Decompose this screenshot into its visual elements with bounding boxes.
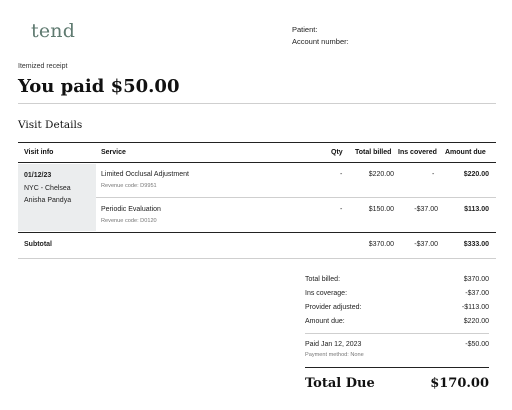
row-1-code: Revenue code: D9951 xyxy=(101,183,157,189)
col-qty: Qty xyxy=(331,149,343,156)
row-1-qty: - xyxy=(340,171,343,178)
row-2-qty: - xyxy=(340,206,343,213)
account-number-label: Account number: xyxy=(292,37,349,46)
payment-value: -$50.00 xyxy=(465,341,489,348)
subtotal-rule xyxy=(18,232,496,233)
tend-logo: tend xyxy=(31,20,76,42)
col-total-billed: Total billed xyxy=(355,149,392,156)
row-1-ins-covered: - xyxy=(432,171,435,178)
summary-provider-adjusted-value: -$113.00 xyxy=(461,304,489,311)
patient-label: Patient: xyxy=(292,25,318,34)
payment-label: Paid Jan 12, 2023 xyxy=(305,341,362,348)
visit-location: NYC - Chelsea xyxy=(24,185,71,192)
summary-total-billed-value: $370.00 xyxy=(463,276,489,283)
row-2-ins-covered: -$37.00 xyxy=(414,206,438,213)
summary-divider xyxy=(305,333,489,334)
subtotal-total-billed: $370.00 xyxy=(368,241,394,248)
subtotal-amount-due: $333.00 xyxy=(463,241,489,248)
subtotal-label: Subtotal xyxy=(24,241,52,248)
table-top-rule xyxy=(18,142,496,143)
row-2-service: Periodic Evaluation xyxy=(101,206,161,213)
col-ins-covered: Ins covered xyxy=(398,149,437,156)
summary-ins-coverage-label: Ins coverage: xyxy=(305,290,348,297)
section-title: Visit Details xyxy=(18,119,83,131)
row-1-amount-due: $220.00 xyxy=(463,171,489,178)
visit-provider: Anisha Pandya xyxy=(24,197,72,204)
total-rule xyxy=(305,367,489,368)
receipt-type: Itemized receipt xyxy=(18,63,68,70)
row-1-total-billed: $220.00 xyxy=(368,171,394,178)
row-2-code: Revenue code: D0120 xyxy=(101,218,157,224)
summary-amount-due-label: Amount due: xyxy=(305,318,345,325)
page-title: You paid $50.00 xyxy=(18,76,180,97)
subtotal-ins-covered: -$37.00 xyxy=(414,241,438,248)
table-bottom-rule xyxy=(18,258,496,259)
total-due-label: Total Due xyxy=(305,376,375,391)
total-due-value: $170.00 xyxy=(430,376,489,391)
visit-date: 01/12/23 xyxy=(24,172,52,179)
summary-provider-adjusted-label: Provider adjusted: xyxy=(305,304,362,311)
summary-total-billed-label: Total billed: xyxy=(305,276,341,283)
row-divider xyxy=(96,197,496,198)
header-divider xyxy=(18,103,496,104)
row-2-total-billed: $150.00 xyxy=(368,206,394,213)
col-service: Service xyxy=(101,149,126,156)
summary-amount-due-value: $220.00 xyxy=(463,318,489,325)
col-amount-due: Amount due xyxy=(445,149,486,156)
row-1-service: Limited Occlusal Adjustment xyxy=(101,171,189,178)
summary-ins-coverage-value: -$37.00 xyxy=(465,290,489,297)
col-visit-info: Visit info xyxy=(24,149,54,156)
payment-method: Payment method: None xyxy=(305,352,364,358)
table-header-rule xyxy=(18,162,496,163)
row-2-amount-due: $113.00 xyxy=(464,206,489,213)
